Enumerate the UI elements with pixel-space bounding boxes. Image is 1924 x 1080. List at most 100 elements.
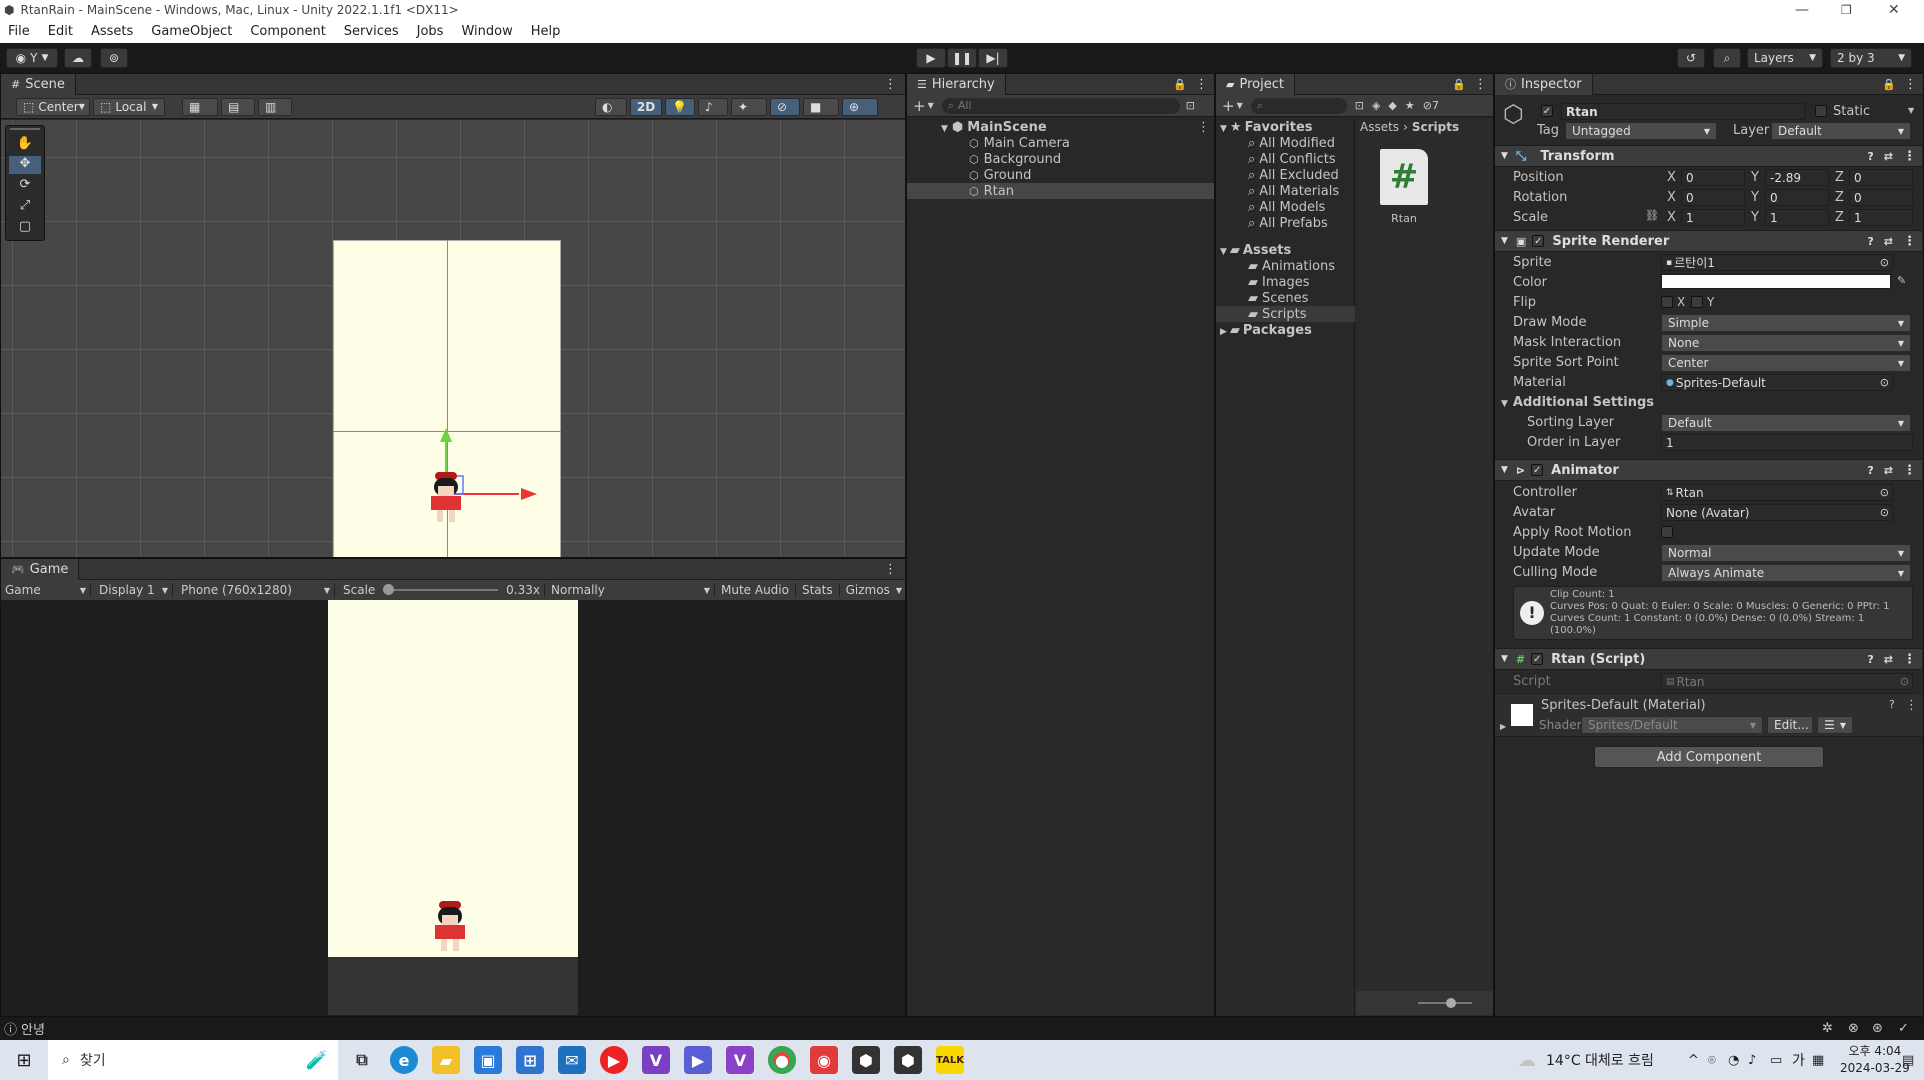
file-label[interactable]: Rtan [1380,212,1428,225]
close-button[interactable]: ✕ [1888,2,1900,18]
controller-field[interactable]: ⇅ Rtan ⊙ [1661,484,1893,501]
mode-2d-toggle[interactable]: 2D [630,97,662,116]
network-icon[interactable]: ⌾ [1708,1053,1716,1068]
help-icon[interactable]: ? [1889,698,1895,711]
favorites-section[interactable]: ▼ ★ Favorites [1220,120,1313,135]
preset-icon[interactable]: ⇄ [1884,150,1893,163]
rotation-x-field[interactable]: 0 [1681,189,1745,206]
slider-thumb[interactable] [1446,998,1456,1008]
keyboard-icon[interactable]: ▦ [1812,1053,1824,1068]
shading-dropdown[interactable]: ◐ [595,97,627,116]
panel-menu-icon[interactable]: ⋮ [1195,77,1208,92]
expand-arrow-icon[interactable]: ▼ [941,124,948,134]
vs-installer-icon[interactable]: ▶ [684,1046,712,1074]
ime-label[interactable]: 가 [1792,1050,1805,1070]
breadcrumb-scripts[interactable]: Scripts [1412,120,1459,134]
menu-gameobject[interactable]: GameObject [151,24,232,39]
help-icon[interactable]: ? [1867,150,1873,163]
menu-services[interactable]: Services [344,24,399,39]
effects-dropdown[interactable]: ✦ [731,97,767,116]
expand-arrow-icon[interactable]: ▼ [1501,465,1508,475]
avatar-field[interactable]: None (Avatar) ⊙ [1661,504,1893,521]
scale-y-field[interactable]: 1 [1765,209,1829,226]
chevron-down-icon[interactable]: ▼ [896,586,902,595]
layout-dropdown[interactable]: 2 by 3 ▼ [1830,48,1912,68]
list-item[interactable]: ▰ Images [1248,275,1310,290]
panel-menu-icon[interactable]: ⋮ [1903,463,1916,478]
enabled-checkbox[interactable]: ✓ [1532,235,1545,247]
list-item[interactable]: ⌕ All Prefabs [1248,216,1328,231]
star-icon[interactable]: ★ [1405,99,1415,112]
stats-button[interactable]: Stats [796,583,840,597]
lock-icon[interactable]: 🔒 [1452,78,1466,91]
scale-slider[interactable] [383,584,499,595]
file-explorer-icon[interactable]: ▰ [432,1046,460,1074]
menu-window[interactable]: Window [461,24,512,39]
search-by-label-icon[interactable]: ◈ [1372,99,1380,112]
wifi-icon[interactable]: ◔ [1728,1053,1739,1068]
search-filter-icon[interactable]: ⊡ [1186,99,1195,112]
store-icon[interactable]: ⊞ [516,1046,544,1074]
menu-file[interactable]: File [8,24,30,39]
active-checkbox[interactable]: ✓ [1541,105,1553,117]
scale-tool-icon[interactable]: ⤢ [9,198,41,216]
lock-icon[interactable]: 🔒 [1173,78,1187,91]
step-button[interactable]: ▶| [978,48,1008,68]
tab-inspector[interactable]: ⓘ Inspector [1495,73,1593,95]
increment-snap-button[interactable]: ▥ [258,97,292,116]
search-button[interactable]: ⌕ [1713,48,1741,68]
panel-menu-icon[interactable]: ⋮ [1904,77,1917,92]
help-icon[interactable]: ? [1867,235,1873,248]
sprite-renderer-header[interactable]: ▼ ▣ ✓ Sprite Renderer ? ⇄ ⋮ [1495,230,1922,252]
unity-icon[interactable]: ⬢ [894,1046,922,1074]
visual-studio-icon[interactable]: V [642,1046,670,1074]
preset-icon[interactable]: ⇄ [1884,464,1893,477]
hidden-objects-toggle[interactable]: ⊘ [770,97,800,116]
sorting-layer-dropdown[interactable]: Default ▼ [1661,414,1911,432]
slider-thumb[interactable] [383,584,395,595]
enabled-checkbox[interactable]: ✓ [1531,464,1544,476]
cache-icon[interactable]: ⊗ [1848,1021,1859,1036]
remote-icon[interactable]: ▣ [474,1046,502,1074]
enabled-checkbox[interactable]: ✓ [1531,653,1544,665]
additional-settings[interactable]: ▼ Additional Settings [1501,395,1654,410]
display-icon[interactable]: ▭ [1770,1053,1782,1068]
project-search-input[interactable]: ⌕ [1250,97,1347,114]
restore-button[interactable]: ❐ [1841,3,1852,17]
unity-hub-icon[interactable]: ⬢ [852,1046,880,1074]
clock[interactable]: 오후 4:04 2024-03-29 [1840,1043,1910,1077]
account-button[interactable]: ◉ Y ▼ [6,48,58,68]
list-item[interactable]: ⬡ Rtan [969,184,1014,199]
pivot-dropdown[interactable]: ⬚ Center ▼ [16,97,90,116]
layers-dropdown[interactable]: Layers ▼ [1747,48,1823,68]
check-icon[interactable]: ✓ [1898,1021,1909,1036]
list-item[interactable]: ▰ Scripts [1248,307,1306,322]
rotation-z-field[interactable]: 0 [1849,189,1913,206]
assets-section[interactable]: ▼ ▰ Assets [1220,243,1291,258]
scene-root[interactable]: ▼ ⬢ MainScene [941,120,1047,135]
object-picker-icon[interactable]: ⊙ [1880,376,1889,389]
position-x-field[interactable]: 0 [1681,169,1745,186]
draw-mode-dropdown[interactable]: Simple ▼ [1661,314,1911,332]
tag-dropdown[interactable]: Untagged ▼ [1565,122,1717,140]
start-button[interactable]: ⊞ [0,1050,48,1071]
lock-icon[interactable]: 🔒 [1882,78,1896,91]
list-item[interactable]: ⬡ Ground [969,168,1031,183]
menu-assets[interactable]: Assets [91,24,133,39]
rect-tool-icon[interactable]: ▢ [9,219,41,237]
help-icon[interactable]: ? [1867,653,1873,666]
object-name-field[interactable]: Rtan [1561,103,1805,120]
rotation-y-field[interactable]: 0 [1765,189,1829,206]
resolution-dropdown[interactable]: Phone (760x1280) ▼ [173,583,335,597]
camera-dropdown[interactable]: ■ [803,97,839,116]
chevron-down-icon[interactable]: ▼ [1237,101,1243,110]
panel-menu-icon[interactable]: ⋮ [1903,234,1916,249]
color-swatch[interactable] [1661,274,1891,289]
move-tool-icon[interactable]: ✥ [9,156,41,174]
menu-jobs[interactable]: Jobs [417,24,444,39]
menu-component[interactable]: Component [250,24,325,39]
list-item[interactable]: ⬡ Main Camera [969,136,1070,151]
menu-edit[interactable]: Edit [48,24,73,39]
eyedropper-icon[interactable]: ✎ [1897,274,1906,287]
list-item[interactable]: ⌕ All Materials [1248,184,1339,199]
